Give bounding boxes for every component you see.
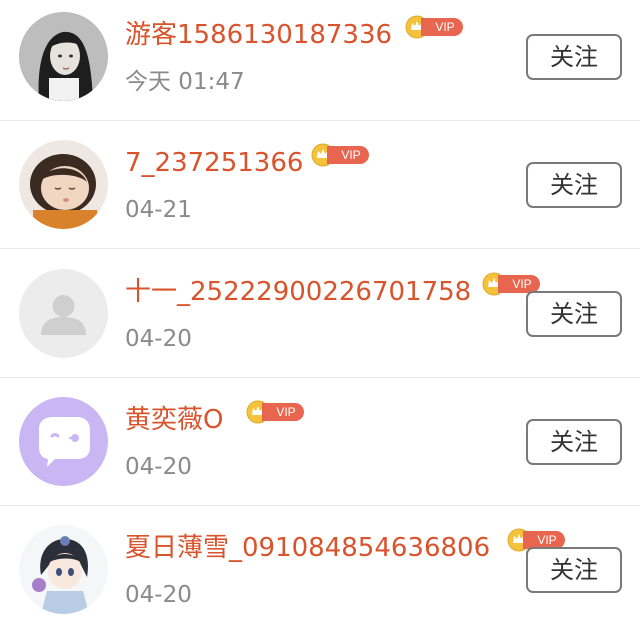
list-item[interactable]: 7_237251366 VIP 04-21 关注 (0, 121, 640, 249)
user-avatar[interactable] (19, 397, 108, 486)
user-avatar[interactable] (19, 140, 108, 229)
follow-time: 04-20 (125, 326, 192, 352)
baby-photo-avatar (19, 140, 108, 229)
follower-list: 游客1586130187336 VIP 今天 01:47 关注 7_237251… (0, 0, 640, 625)
vip-badge: VIP (405, 15, 463, 39)
follow-time: 04-21 (125, 197, 192, 223)
list-item[interactable]: 黄奕薇O VIP 04-20 关注 (0, 378, 640, 506)
vip-label: VIP (327, 146, 369, 164)
user-name[interactable]: 游客1586130187336 (125, 19, 392, 51)
follow-button[interactable]: 关注 (526, 34, 622, 80)
anime-girl-avatar (19, 525, 108, 614)
follow-button[interactable]: 关注 (526, 162, 622, 208)
list-item[interactable]: 夏日薄雪_091084854636806 VIP 04-20 关注 (0, 506, 640, 625)
vip-badge: VIP (246, 400, 304, 424)
girl-photo-avatar (19, 12, 108, 101)
follow-time: 04-20 (125, 582, 192, 608)
user-avatar[interactable] (19, 12, 108, 101)
user-avatar[interactable] (19, 269, 108, 358)
list-item[interactable]: 游客1586130187336 VIP 今天 01:47 关注 (0, 0, 640, 121)
vip-label: VIP (262, 403, 304, 421)
user-avatar[interactable] (19, 525, 108, 614)
follow-button[interactable]: 关注 (526, 419, 622, 465)
vip-label: VIP (421, 18, 463, 36)
follow-time: 今天 01:47 (125, 69, 245, 95)
list-item[interactable]: 十一_25222900226701758 VIP 04-20 关注 (0, 250, 640, 378)
vip-badge: VIP (311, 143, 369, 167)
follow-button[interactable]: 关注 (526, 291, 622, 337)
user-name[interactable]: 夏日薄雪_091084854636806 (125, 532, 490, 564)
user-name[interactable]: 十一_25222900226701758 (125, 276, 471, 308)
follow-time: 04-20 (125, 454, 192, 480)
user-name[interactable]: 黄奕薇O (125, 404, 223, 436)
default-user-avatar (19, 269, 108, 358)
follow-button[interactable]: 关注 (526, 547, 622, 593)
user-name[interactable]: 7_237251366 (125, 147, 303, 179)
chat-bubble-avatar (19, 397, 108, 486)
